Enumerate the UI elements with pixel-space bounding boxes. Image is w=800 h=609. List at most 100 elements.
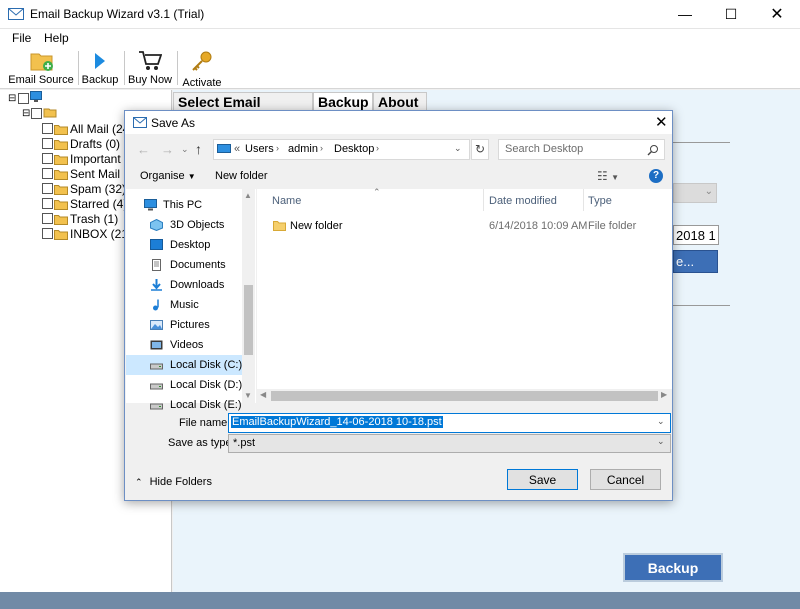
- hide-folders-toggle[interactable]: ⌃ Hide Folders: [135, 476, 212, 488]
- new-folder-button[interactable]: New folder: [215, 170, 268, 182]
- address-bar[interactable]: « Users › admin › Desktop › ⌄: [213, 139, 470, 160]
- tree-collapse-icon[interactable]: ⊟: [22, 108, 30, 119]
- folder-icon: [54, 230, 68, 240]
- root-checkbox[interactable]: [18, 93, 29, 104]
- tree-item-checkbox[interactable]: [42, 183, 53, 194]
- nav-item-label: Videos: [170, 339, 204, 351]
- tree-collapse-icon[interactable]: ⊟: [8, 93, 16, 104]
- chevron-down-icon[interactable]: ⌄: [657, 416, 665, 427]
- nav-item-label: Downloads: [170, 279, 225, 291]
- view-options-icon[interactable]: ☷ ▼: [597, 169, 619, 183]
- menu-file[interactable]: File: [12, 31, 31, 45]
- minimize-button[interactable]: —: [662, 0, 708, 28]
- file-row[interactable]: New folder 6/14/2018 10:09 AM File folde…: [257, 217, 657, 235]
- column-name[interactable]: Name: [272, 195, 301, 207]
- nav-item-label: Documents: [170, 259, 226, 271]
- tab-about[interactable]: About: [373, 92, 427, 111]
- help-icon[interactable]: ?: [649, 169, 663, 183]
- nav-item[interactable]: This PC: [126, 195, 244, 215]
- nav-item[interactable]: Local Disk (D:): [126, 375, 244, 395]
- up-arrow-icon[interactable]: ↑: [195, 141, 202, 157]
- nav-item[interactable]: 3D Objects: [126, 215, 244, 235]
- nav-item[interactable]: Desktop: [126, 235, 244, 255]
- column-date-modified[interactable]: Date modified: [489, 195, 557, 207]
- organise-button[interactable]: Organise ▼: [140, 170, 196, 182]
- save-as-dialog: Save As ✕ ← → ⌄ ↑ « Users › admin › Desk…: [124, 110, 673, 501]
- scrollbar-thumb[interactable]: [271, 391, 658, 401]
- horizontal-scrollbar[interactable]: ◀ ▶: [257, 389, 672, 403]
- browse-button[interactable]: e...: [673, 250, 718, 273]
- tree-item-checkbox[interactable]: [42, 153, 53, 164]
- nav-item[interactable]: Pictures: [126, 315, 244, 335]
- search-icon: [647, 145, 658, 156]
- backup-button[interactable]: Backup: [623, 553, 723, 582]
- toolbar-divider: [177, 51, 178, 85]
- address-part[interactable]: Desktop: [334, 143, 374, 155]
- cancel-button[interactable]: Cancel: [590, 469, 661, 490]
- date-field[interactable]: 2018 1: [673, 225, 719, 245]
- tree-item-checkbox[interactable]: [42, 213, 53, 224]
- mailbox-icon: [43, 108, 57, 118]
- sort-indicator-icon: ⌃: [373, 187, 381, 197]
- nav-item[interactable]: Music: [126, 295, 244, 315]
- drive-icon: [150, 383, 163, 390]
- chevron-down-icon[interactable]: ⌄: [657, 436, 665, 447]
- backup-toolbar-button[interactable]: Backup: [80, 47, 120, 89]
- menu-help[interactable]: Help: [44, 31, 69, 45]
- tab-backup[interactable]: Backup: [313, 92, 373, 111]
- tree-item-checkbox[interactable]: [42, 198, 53, 209]
- dialog-close-button[interactable]: ✕: [655, 113, 668, 131]
- back-arrow-icon[interactable]: ←: [137, 142, 150, 157]
- tree-item-checkbox[interactable]: [42, 123, 53, 134]
- chevron-down-icon[interactable]: ⌄: [454, 143, 462, 154]
- menu-bar: File Help: [0, 29, 800, 47]
- folder-icon: [54, 200, 68, 210]
- save-button[interactable]: Save: [507, 469, 578, 490]
- envelope-icon: [133, 117, 147, 128]
- nav-item-label: Local Disk (E:): [170, 399, 242, 411]
- tree-item-checkbox[interactable]: [42, 168, 53, 179]
- address-part[interactable]: admin: [288, 143, 318, 155]
- save-type-select[interactable]: *.pst ⌄: [228, 434, 671, 453]
- buy-now-button[interactable]: Buy Now: [126, 47, 174, 89]
- tree-item-checkbox[interactable]: [42, 228, 53, 239]
- column-type[interactable]: Type: [588, 195, 612, 207]
- activate-button[interactable]: Activate: [180, 47, 224, 89]
- dropdown-field[interactable]: ⌄: [673, 183, 717, 203]
- drive-icon: [150, 363, 163, 370]
- email-source-button[interactable]: Email Source: [8, 47, 74, 89]
- maximize-button[interactable]: ☐: [708, 0, 754, 28]
- folder-icon: [54, 215, 68, 225]
- scrollbar-thumb[interactable]: [244, 285, 253, 355]
- nav-item[interactable]: Downloads: [126, 275, 244, 295]
- nav-item[interactable]: Documents: [126, 255, 244, 275]
- toolbar-divider: [124, 51, 125, 85]
- nav-item[interactable]: Local Disk (E:): [126, 395, 244, 415]
- status-bar: [0, 592, 800, 609]
- tab-select-email-source[interactable]: Select Email Source: [173, 92, 313, 126]
- nav-item-label: Pictures: [170, 319, 210, 331]
- file-name-input[interactable]: EmailBackupWizard_14-06-2018 10-18.pst ⌄: [228, 413, 671, 433]
- app-titlebar: Email Backup Wizard v3.1 (Trial) — ☐ ✕: [0, 0, 800, 29]
- chevron-up-icon: ⌃: [135, 477, 143, 487]
- close-button[interactable]: ✕: [754, 0, 800, 28]
- picture-icon: [150, 320, 163, 330]
- video-icon: [150, 340, 163, 350]
- account-checkbox[interactable]: [31, 108, 42, 119]
- folder-icon: [54, 185, 68, 195]
- column-divider: [583, 189, 584, 211]
- refresh-button[interactable]: ↻: [471, 139, 489, 160]
- nav-item[interactable]: Videos: [126, 335, 244, 355]
- tree-item-checkbox[interactable]: [42, 138, 53, 149]
- file-name-value: EmailBackupWizard_14-06-2018 10-18.pst: [231, 416, 443, 428]
- divider: [673, 142, 730, 143]
- forward-arrow-icon[interactable]: →: [161, 142, 174, 157]
- nav-item[interactable]: Local Disk (C:): [126, 355, 244, 375]
- computer-icon: [30, 91, 42, 102]
- save-type-value: *.pst: [233, 437, 256, 449]
- folder-icon: [54, 140, 68, 150]
- nav-scrollbar[interactable]: ▲ ▼: [242, 189, 255, 403]
- search-box[interactable]: Search Desktop: [498, 139, 665, 160]
- recent-locations-icon[interactable]: ⌄: [181, 144, 189, 155]
- address-part[interactable]: Users: [245, 143, 274, 155]
